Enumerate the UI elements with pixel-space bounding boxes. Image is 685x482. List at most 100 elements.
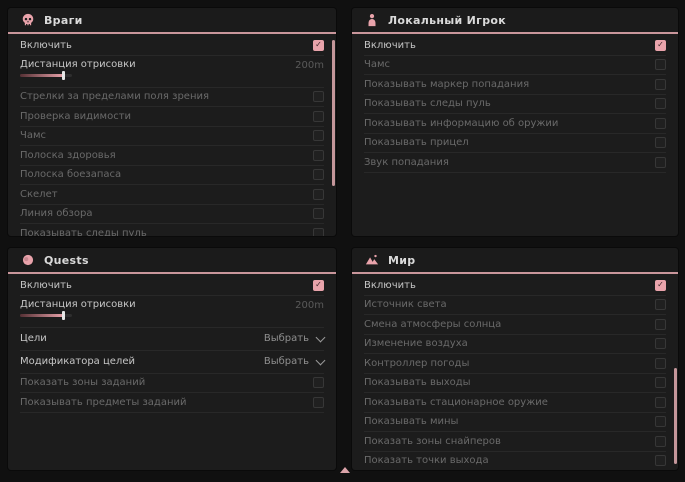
row-label: Проверка видимости (20, 111, 131, 122)
panel-title: Quests (44, 254, 89, 267)
checkbox[interactable] (313, 208, 324, 219)
checkbox[interactable]: ✓ (313, 40, 324, 51)
checkbox[interactable] (313, 91, 324, 102)
row-label: Полоска здоровья (20, 150, 116, 161)
panel-enemies: Враги Включить✓ Дистанция отрисовки 200m Ст… (8, 8, 336, 236)
circle-marker-icon (21, 253, 35, 267)
row-label: Показать зоны снайперов (364, 436, 501, 447)
panel-title: Локальный Игрок (388, 14, 506, 27)
checkbox[interactable]: ✓ (655, 40, 666, 51)
row-visibility-check: Проверка видимости (20, 107, 324, 127)
chevron-down-icon (316, 355, 326, 365)
row-label: Смена атмосферы солнца (364, 319, 501, 330)
row-label: Дистанция отрисовки (20, 59, 136, 70)
slider-value: 200m (295, 60, 324, 71)
row-label: Показывать следы пуль (20, 228, 147, 236)
panel-body: Включить ✓ Источник света Смена атмосферы с… (352, 274, 678, 470)
panel-header: Локальный Игрок (352, 8, 678, 34)
row-draw-distance: Дистанция отрисовки 200m (20, 56, 324, 88)
row-health-bar: Полоска здоровья (20, 146, 324, 166)
row-quest-items: Показывать предметы заданий (20, 393, 324, 413)
checkbox[interactable] (655, 455, 666, 466)
checkbox[interactable]: ✓ (313, 280, 324, 291)
mountains-icon (365, 253, 379, 267)
checkbox[interactable] (655, 98, 666, 109)
row-exits: Показывать выходы (364, 374, 666, 394)
row-label: Включить (364, 280, 416, 291)
dropdown[interactable]: Выбрать (264, 333, 324, 344)
scrollbar[interactable] (332, 40, 335, 186)
checkbox[interactable] (655, 397, 666, 408)
scroll-indicator-triangle (340, 467, 350, 473)
row-enable: Включить ✓ (364, 36, 666, 56)
row-label: Контроллер погоды (364, 358, 469, 369)
checkbox[interactable] (655, 79, 666, 90)
checkbox[interactable] (655, 59, 666, 70)
slider[interactable] (20, 314, 72, 317)
checkbox[interactable] (655, 137, 666, 148)
checkbox[interactable] (655, 118, 666, 129)
checkbox[interactable] (313, 397, 324, 408)
row-air-change: Изменение воздуха (364, 335, 666, 355)
checkbox[interactable] (313, 130, 324, 141)
checkbox[interactable] (313, 169, 324, 180)
dropdown[interactable]: Выбрать (264, 356, 324, 367)
row-mines: Показывать мины (364, 413, 666, 433)
row-label: Изменение воздуха (364, 338, 468, 349)
panel-header: Враги (8, 8, 336, 34)
row-label: Стрелки за пределами поля зрения (20, 91, 209, 102)
row-enable: Включить ✓ (364, 276, 666, 296)
checkbox[interactable]: ✓ (655, 280, 666, 291)
checkbox[interactable] (313, 189, 324, 200)
row-label: Дистанция отрисовки (20, 299, 136, 310)
scrollbar[interactable] (674, 368, 677, 464)
row-chams: Чамс (20, 127, 324, 147)
panel-world: Мир Включить ✓ Источник света Смена атмосфе… (352, 248, 678, 470)
slider-value: 200m (295, 300, 324, 311)
dropdown-value: Выбрать (264, 356, 309, 367)
checkbox[interactable] (655, 319, 666, 330)
row-ammo-bar: Полоска боезапаса (20, 166, 324, 186)
checkbox[interactable] (313, 228, 324, 236)
chevron-down-icon (316, 332, 326, 342)
row-crosshair: Показывать прицел (364, 134, 666, 154)
checkbox[interactable] (313, 150, 324, 161)
checkbox[interactable] (655, 157, 666, 168)
checkbox[interactable] (655, 436, 666, 447)
row-label: Показывать выходы (364, 377, 471, 388)
row-label: Полоска боезапаса (20, 169, 121, 180)
row-hit-sound: Звук попадания (364, 153, 666, 173)
checkbox[interactable] (655, 416, 666, 427)
row-quest-zones: Показать зоны заданий (20, 374, 324, 394)
row-label: Линия обзора (20, 208, 92, 219)
skull-icon (21, 13, 35, 27)
checkbox[interactable] (655, 358, 666, 369)
slider[interactable] (20, 74, 72, 77)
row-label: Источник света (364, 299, 447, 310)
panel-header: Quests (8, 248, 336, 274)
checkbox[interactable] (313, 111, 324, 122)
row-label: Цели (20, 333, 47, 344)
row-stationary-weapons: Показывать стационарное оружие (364, 393, 666, 413)
row-sun-atmosphere: Смена атмосферы солнца (364, 315, 666, 335)
row-label: Включить (364, 40, 416, 51)
dropdown-value: Выбрать (264, 333, 309, 344)
panel-quests: Quests Включить✓Дистанция отрисовки200mЦ… (8, 248, 336, 470)
checkbox[interactable] (655, 377, 666, 388)
row-label: Скелет (20, 189, 58, 200)
checkbox[interactable] (655, 299, 666, 310)
slider-handle[interactable] (62, 311, 65, 320)
row-light-source: Источник света (364, 296, 666, 316)
panel-title: Мир (388, 254, 415, 267)
row-label: Показывать информацию об оружии (364, 118, 558, 129)
row-chams: Чамс (364, 56, 666, 76)
row-goals: Цели Выбрать (20, 328, 324, 351)
checkbox[interactable] (313, 377, 324, 388)
row-enable: Включить✓ (20, 36, 324, 56)
panel-body: Включить✓ЧамсПоказывать маркер попадания… (352, 34, 678, 173)
slider-handle[interactable] (62, 71, 65, 80)
row-exit-points: Показать точки выхода (364, 452, 666, 471)
row-bullet-traces: Показывать следы пуль (364, 95, 666, 115)
row-label: Показывать стационарное оружие (364, 397, 548, 408)
checkbox[interactable] (655, 338, 666, 349)
